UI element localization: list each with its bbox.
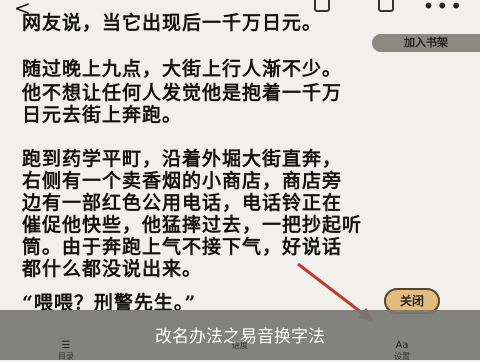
list-icon: ☰ — [61, 340, 71, 351]
tab-catalog[interactable]: ☰ 目录 — [36, 340, 96, 362]
arrow-shaft — [297, 262, 367, 318]
tab-progress[interactable]: 进度 — [210, 340, 270, 351]
font-icon: Aa — [395, 340, 409, 351]
tab-settings[interactable]: Aa 设置 — [372, 340, 432, 362]
tab-label: 进度 — [232, 341, 248, 350]
